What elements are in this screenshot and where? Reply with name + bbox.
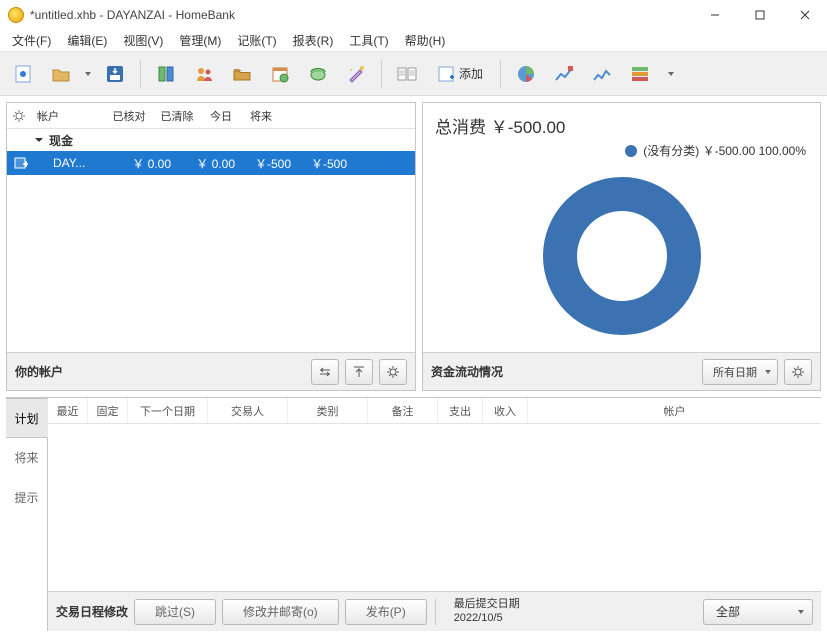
schedule-footer: 交易日程修改 跳过(S) 修改并邮寄(o) 发布(P) 最后提交日期 2022/… [48, 591, 821, 631]
account-val-future: ￥-500 [297, 155, 353, 172]
expand-collapse-button[interactable] [311, 359, 339, 385]
col-recent[interactable]: 最近 [48, 398, 88, 423]
manage-budget-icon[interactable] [301, 57, 335, 91]
legend-text: (没有分类) ￥-500.00 100.00% [643, 142, 806, 159]
account-group-cash[interactable]: 现金 [7, 129, 415, 151]
stats-report-icon[interactable] [509, 57, 543, 91]
tab-remind[interactable]: 提示 [6, 478, 47, 518]
app-icon [8, 7, 24, 23]
tab-future[interactable]: 将来 [6, 438, 47, 478]
menu-manage[interactable]: 管理(M) [173, 30, 227, 51]
col-fixed[interactable]: 固定 [88, 398, 128, 423]
maximize-button[interactable] [737, 0, 782, 30]
side-tabs: 计划 将来 提示 [6, 398, 48, 631]
spending-panel: 总消费 ￥-500.00 (没有分类) ￥-500.00 100.00% 资金流… [422, 102, 821, 391]
col-today[interactable]: 今日 [201, 108, 241, 124]
col-future[interactable]: 将来 [241, 108, 281, 124]
account-val-reconciled: ￥ 0.00 [113, 155, 177, 172]
spending-footer-label: 资金流动情况 [431, 363, 503, 380]
skip-button[interactable]: 跳过(S) [134, 599, 216, 625]
spending-footer: 资金流动情况 所有日期 [423, 352, 820, 390]
last-post-date-value: 2022/10/5 [454, 612, 520, 625]
schedule-empty-area[interactable] [48, 424, 821, 591]
col-account[interactable]: 帐户 [528, 398, 821, 423]
col-memo[interactable]: 备注 [368, 398, 438, 423]
col-account[interactable]: 帐户 [31, 108, 105, 124]
accounts-tree[interactable]: 现金 DAY... ￥ 0.00 ￥ 0.00 ￥-500 ￥-500 [7, 129, 415, 352]
window-titlebar: *untitled.xhb - DAYANZAI - HomeBank [0, 0, 827, 30]
schedule-filter-dropdown[interactable]: 全部 [703, 599, 813, 625]
open-file-icon[interactable] [44, 57, 78, 91]
spending-title-amount: ￥-500.00 [491, 118, 566, 137]
window-title: *untitled.xhb - DAYANZAI - HomeBank [30, 8, 235, 22]
col-cleared[interactable]: 已清除 [153, 108, 201, 124]
trend-report-icon[interactable] [547, 57, 581, 91]
accounts-panel: 帐户 已核对 已清除 今日 将来 现金 DAY... ￥ 0.00 ￥ 0.00… [6, 102, 416, 391]
add-label: 添加 [459, 65, 483, 82]
save-file-icon[interactable] [98, 57, 132, 91]
accounts-settings-button[interactable] [379, 359, 407, 385]
toolbar: 添加 [0, 52, 827, 96]
legend-color-icon [625, 145, 637, 157]
menu-help[interactable]: 帮助(H) [399, 30, 452, 51]
manage-categories-icon[interactable] [225, 57, 259, 91]
accounts-footer: 你的帐户 [7, 352, 415, 390]
open-recent-dropdown[interactable] [82, 72, 94, 76]
manage-accounts-icon[interactable] [149, 57, 183, 91]
menu-report[interactable]: 报表(R) [287, 30, 340, 51]
spending-title: 总消费 ￥-500.00 [423, 103, 820, 142]
col-category[interactable]: 类别 [288, 398, 368, 423]
minimize-button[interactable] [692, 0, 737, 30]
date-range-dropdown[interactable]: 所有日期 [702, 359, 778, 385]
new-file-icon[interactable] [6, 57, 40, 91]
menu-tools[interactable]: 工具(T) [343, 30, 394, 51]
schedule-header: 最近 固定 下一个日期 交易人 类别 备注 支出 收入 帐户 [48, 398, 821, 424]
account-name: DAY... [35, 156, 113, 170]
col-nextdate[interactable]: 下一个日期 [128, 398, 208, 423]
accounts-gear-icon[interactable] [7, 109, 31, 123]
col-reconciled[interactable]: 已核对 [105, 108, 153, 124]
account-row-selected[interactable]: DAY... ￥ 0.00 ￥ 0.00 ￥-500 ￥-500 [7, 151, 415, 175]
legend-row: (没有分类) ￥-500.00 100.00% [423, 142, 820, 159]
menu-view[interactable]: 视图(V) [117, 30, 169, 51]
manage-scheduled-icon[interactable] [263, 57, 297, 91]
balance-report-icon[interactable] [585, 57, 619, 91]
manage-payees-icon[interactable] [187, 57, 221, 91]
post-button[interactable]: 发布(P) [345, 599, 427, 625]
last-post-date: 最后提交日期 2022/10/5 [444, 598, 530, 624]
collapse-all-button[interactable] [345, 359, 373, 385]
col-expense[interactable]: 支出 [438, 398, 483, 423]
manage-assignments-icon[interactable] [339, 57, 373, 91]
close-button[interactable] [782, 0, 827, 30]
spending-settings-button[interactable] [784, 359, 812, 385]
account-val-cleared: ￥ 0.00 [177, 155, 241, 172]
schedule-footer-label: 交易日程修改 [56, 603, 128, 620]
schedule-zone: 计划 将来 提示 最近 固定 下一个日期 交易人 类别 备注 支出 收入 帐户 … [6, 397, 821, 631]
col-payee[interactable]: 交易人 [208, 398, 288, 423]
show-transactions-icon[interactable] [390, 57, 424, 91]
donut-chart [423, 159, 820, 352]
menu-edit[interactable]: 编辑(E) [61, 30, 113, 51]
report-dropdown[interactable] [665, 72, 677, 76]
menubar: 文件(F) 编辑(E) 视图(V) 管理(M) 记账(T) 报表(R) 工具(T… [0, 30, 827, 52]
schedule-panel: 最近 固定 下一个日期 交易人 类别 备注 支出 收入 帐户 交易日程修改 跳过… [48, 398, 821, 631]
budget-report-icon[interactable] [623, 57, 657, 91]
menu-ledger[interactable]: 记账(T) [231, 30, 282, 51]
menu-file[interactable]: 文件(F) [6, 30, 57, 51]
account-row-icon [7, 156, 35, 170]
tab-schedule[interactable]: 计划 [6, 398, 48, 438]
add-transaction-button[interactable]: 添加 [428, 57, 492, 91]
accounts-footer-label: 你的帐户 [15, 363, 63, 380]
accounts-header: 帐户 已核对 已清除 今日 将来 [7, 103, 415, 129]
last-post-date-label: 最后提交日期 [454, 598, 520, 611]
col-income[interactable]: 收入 [483, 398, 528, 423]
edit-post-button[interactable]: 修改并邮寄(o) [222, 599, 339, 625]
account-val-today: ￥-500 [241, 155, 297, 172]
spending-title-text: 总消费 [435, 118, 486, 137]
